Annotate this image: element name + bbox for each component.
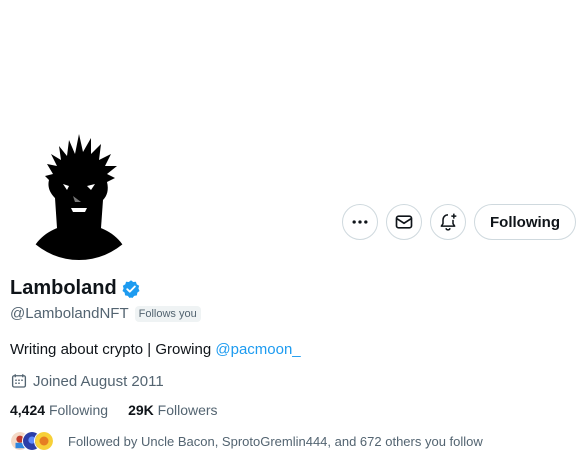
display-name: Lamboland xyxy=(10,277,117,299)
followed-by-text: Followed by Uncle Bacon, SprotoGremlin44… xyxy=(68,433,483,449)
joined-date: Joined August 2011 xyxy=(10,372,164,390)
calendar-icon xyxy=(11,374,27,388)
envelope-icon xyxy=(395,215,413,229)
bio-text: Writing about crypto | Growing xyxy=(10,341,216,358)
handle-row: @LambolandNFT Follows you xyxy=(10,305,201,322)
more-button[interactable] xyxy=(342,204,379,240)
following-count: 4,424 xyxy=(10,402,46,418)
profile-bio: Writing about crypto | Growing @pacmoon_ xyxy=(10,341,301,358)
following-link[interactable]: 4,424 Following xyxy=(10,402,108,418)
profile-avatar[interactable] xyxy=(11,124,147,260)
notifications-button[interactable] xyxy=(430,204,467,240)
verified-badge-icon[interactable] xyxy=(121,279,141,299)
followers-link[interactable]: 29K Followers xyxy=(128,402,217,418)
bell-plus-icon xyxy=(440,213,457,231)
mutual-avatar xyxy=(34,431,54,451)
more-horizontal-icon xyxy=(352,220,368,224)
followers-count: 29K xyxy=(128,402,154,418)
following-label: Following xyxy=(48,402,109,418)
profile-handle: @LambolandNFT xyxy=(10,305,129,322)
joined-text: Joined August 2011 xyxy=(33,372,164,390)
profile-name-row: Lamboland xyxy=(10,277,141,300)
avatar-silhouette-image xyxy=(11,124,147,260)
mutual-avatars xyxy=(10,431,54,451)
message-button[interactable] xyxy=(386,204,423,240)
follow-stats: 4,424 Following 29K Followers xyxy=(10,402,218,418)
followers-you-know[interactable]: Followed by Uncle Bacon, SprotoGremlin44… xyxy=(10,431,483,451)
bio-mention-link[interactable]: @pacmoon_ xyxy=(215,341,300,358)
following-button[interactable]: Following xyxy=(474,204,576,240)
follows-you-badge: Follows you xyxy=(134,305,201,322)
followers-label: Followers xyxy=(157,402,218,418)
profile-actions: Following xyxy=(342,204,576,240)
